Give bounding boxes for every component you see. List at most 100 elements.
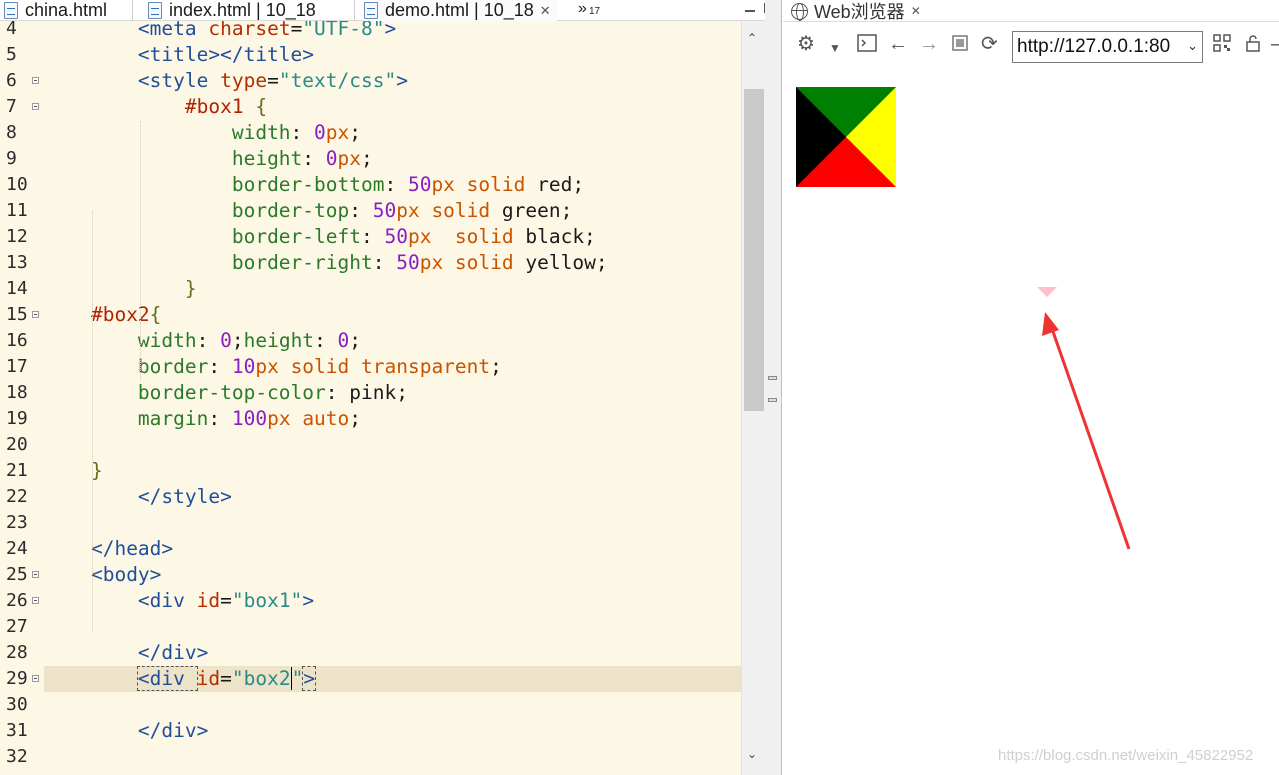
close-tab-icon[interactable]: ✕ (911, 4, 921, 18)
browser-viewport: https://blog.csdn.net/weixin_45822952 (783, 66, 1279, 775)
code-line[interactable]: border-top-color: pink; (44, 380, 408, 406)
line-number: 18 (6, 382, 28, 403)
code-line[interactable]: width: 0px; (44, 120, 361, 146)
code-token: "box1" (231, 589, 303, 612)
fold-toggle-icon[interactable] (32, 675, 39, 682)
code-token: </style> (137, 485, 232, 508)
code-token: : (208, 407, 232, 430)
fold-toggle-icon[interactable] (32, 571, 39, 578)
code-line[interactable]: border: 10px solid transparent; (44, 354, 502, 380)
scroll-up-icon[interactable]: ⌃ (747, 31, 757, 45)
scroll-down-icon[interactable]: ⌄ (747, 747, 757, 761)
code-token: "UTF-8" (302, 21, 385, 40)
editor-tab-bar: china.html index.html | 10_18 demo.html … (0, 0, 782, 21)
code-token: border-left (231, 225, 361, 248)
code-token: { (149, 303, 162, 326)
code-line[interactable]: border-left: 50px solid black; (44, 224, 596, 250)
settings-icon[interactable]: ⚙ (797, 34, 815, 54)
code-token: height (243, 329, 315, 352)
code-editor-pane: china.html index.html | 10_18 demo.html … (0, 0, 782, 775)
scrollbar-thumb[interactable] (744, 89, 764, 411)
minimize-icon[interactable] (745, 10, 755, 12)
code-token: ; (231, 329, 244, 352)
code-line[interactable]: border-right: 50px solid yellow; (44, 250, 608, 276)
url-input[interactable]: http://127.0.0.1:80 ⌄ (1012, 31, 1203, 63)
code-line[interactable]: <meta charset="UTF-8"> (44, 21, 396, 42)
line-number: 11 (6, 200, 28, 221)
pane-splitter[interactable] (765, 0, 782, 775)
code-line[interactable]: } (44, 458, 103, 484)
code-area[interactable]: 4 5 6 7 8 9 10 11 12 13 14 15 16 17 18 19 20 21 22 23 24 25 26… (0, 21, 765, 775)
splitter-grip-icon[interactable] (768, 398, 777, 402)
code-line[interactable]: </div> (44, 718, 208, 744)
splitter-grip-icon[interactable] (768, 376, 777, 380)
fold-toggle-icon[interactable] (32, 103, 39, 110)
code-token: px auto (267, 407, 350, 430)
line-number: 8 (6, 122, 17, 143)
console-icon[interactable] (857, 34, 877, 56)
code-line[interactable]: border-top: 50px solid green; (44, 198, 573, 224)
tab-index-html[interactable]: index.html | 10_18 (148, 0, 316, 21)
code-token: #box1 (184, 95, 256, 118)
tab-demo-html[interactable]: demo.html | 10_18 ✕ (364, 0, 557, 21)
line-number: 23 (6, 512, 28, 533)
code-line[interactable]: <div id="box1"> (44, 588, 314, 614)
code-line[interactable]: #box1 { (44, 94, 267, 120)
line-number: 30 (6, 694, 28, 715)
vertical-scrollbar[interactable]: ⌃ ⌄ (741, 21, 765, 775)
code-token: = (267, 69, 279, 92)
code-line[interactable]: <body> (44, 562, 161, 588)
code-token: <div (136, 666, 198, 691)
line-number: 12 (6, 226, 28, 247)
more-icon[interactable]: — (1271, 34, 1279, 54)
fold-toggle-icon[interactable] (32, 311, 39, 318)
code-line[interactable]: #box2{ (44, 302, 161, 328)
url-dropdown-icon[interactable]: ⌄ (1187, 38, 1198, 54)
fold-toggle-icon[interactable] (32, 597, 39, 604)
code-token: border-top (231, 199, 350, 222)
line-number: 20 (6, 434, 28, 455)
close-tab-icon[interactable]: ✕ (540, 3, 551, 19)
line-number: 9 (6, 148, 17, 169)
code-token: border-right (231, 251, 373, 274)
code-line[interactable]: border-bottom: 50px solid red; (44, 172, 584, 198)
refresh-icon[interactable]: ⟳ (981, 34, 998, 54)
code-token: ; (349, 407, 362, 430)
code-token: > (396, 69, 408, 92)
code-token: > (384, 21, 397, 40)
fold-toggle-icon[interactable] (32, 77, 39, 84)
qr-code-icon[interactable] (1213, 34, 1231, 56)
back-icon[interactable]: ← (888, 34, 908, 54)
code-token: px solid (407, 225, 526, 248)
code-token: "text/css" (278, 69, 397, 92)
code-line[interactable]: <title></title> (44, 42, 314, 68)
code-token: : (384, 173, 408, 196)
code-token: <title></title> (137, 43, 315, 66)
code-line[interactable]: <div id="box2"> (44, 666, 317, 692)
code-line[interactable]: </style> (44, 484, 232, 510)
line-number: 14 (6, 278, 28, 299)
code-line[interactable]: } (44, 276, 197, 302)
code-line[interactable]: <style type="text/css"> (44, 68, 408, 94)
forward-icon[interactable]: → (919, 34, 939, 54)
code-token: <div (137, 589, 197, 612)
code-line[interactable]: height: 0px; (44, 146, 373, 172)
stop-icon[interactable] (951, 34, 969, 56)
code-line[interactable]: </head> (44, 536, 173, 562)
dropdown-icon[interactable]: ▼ (829, 38, 841, 58)
lock-icon[interactable] (1245, 34, 1261, 56)
code-token: : (290, 121, 315, 144)
tab-overflow-icon[interactable]: » (578, 0, 587, 18)
browser-tab[interactable]: Web浏览器 ✕ (791, 0, 921, 22)
code-line[interactable]: </div> (44, 640, 208, 666)
tab-china-html[interactable]: china.html (4, 0, 107, 21)
